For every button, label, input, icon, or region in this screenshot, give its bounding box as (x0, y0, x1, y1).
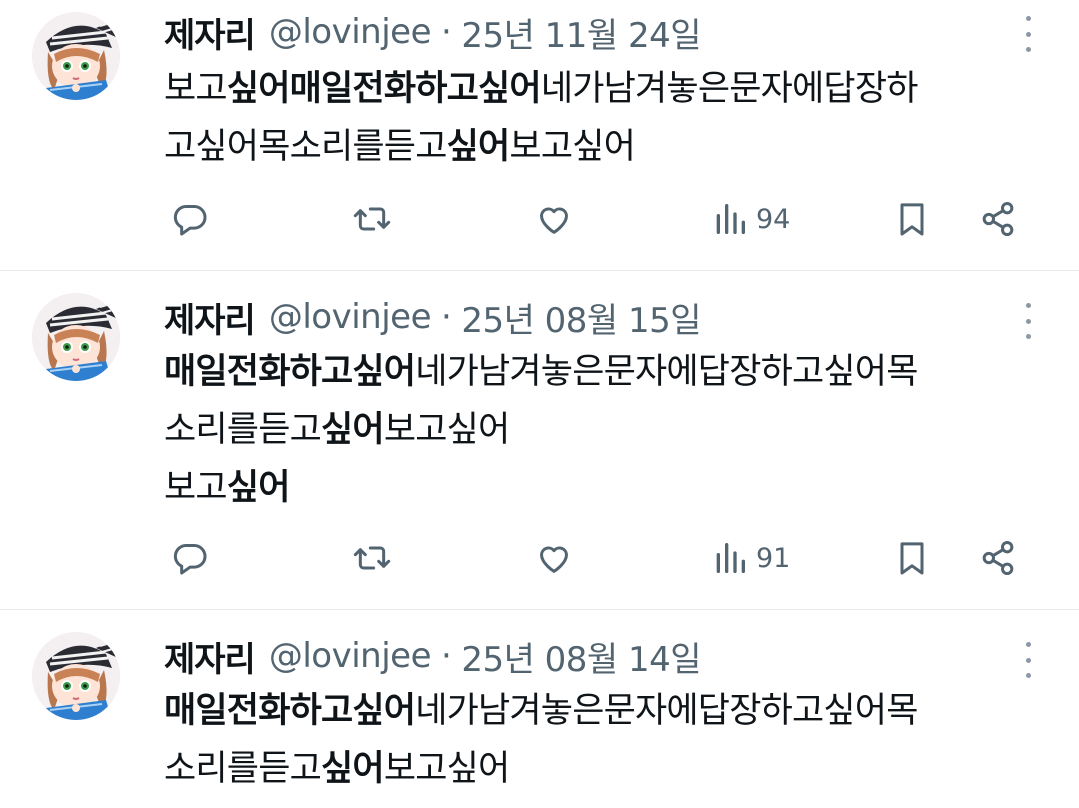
avatar-image (32, 632, 120, 720)
share-icon (982, 541, 1014, 575)
bookmark-button[interactable] (892, 194, 932, 244)
tweet-text-line: 소리를듣고싶어보고싶어 (164, 740, 1044, 798)
views-count: 91 (756, 542, 791, 574)
views-icon (716, 204, 745, 234)
repost-button[interactable] (352, 194, 392, 244)
avatar[interactable] (32, 632, 120, 720)
post-date[interactable]: 25년 08월 14일 (461, 632, 701, 681)
like-button[interactable] (534, 194, 574, 244)
author-name[interactable]: 제자리 (164, 8, 256, 57)
text-run-bold: 매일전화하고싶어 (164, 352, 416, 392)
tweet-header: 제자리 @lovinjee · 25년 08월 14일 (164, 632, 702, 681)
tweet-text-line: 고싶어목소리를듣고싶어보고싶어 (164, 118, 1044, 176)
tweet-text-line: 소리를듣고싶어보고싶어 (164, 401, 1044, 459)
action-bar: 91 (164, 533, 1034, 583)
share-button[interactable] (978, 194, 1018, 244)
reply-button[interactable] (170, 194, 210, 244)
share-icon (982, 202, 1014, 236)
header-separator: · (441, 12, 452, 52)
more-vertical-icon[interactable] (1018, 303, 1038, 339)
text-run: 소리를듣고 (164, 410, 322, 450)
views-icon (716, 543, 745, 573)
tweet-text: 보고싶어매일전화하고싶어네가남겨놓은문자에답장하 고싶어목소리를듣고싶어보고싶어 (164, 60, 1044, 176)
bookmark-button[interactable] (892, 533, 932, 583)
tweet[interactable]: 제자리 @lovinjee · 25년 08월 14일 매일전화하고싶어네가남겨… (0, 610, 1079, 808)
action-bar: 94 (164, 194, 1034, 244)
text-run-bold: 싶어 (321, 749, 385, 789)
tweet-text-line: 보고싶어 (164, 459, 1044, 517)
tweet-text-line: 매일전화하고싶어네가남겨놓은문자에답장하고싶어목 (164, 682, 1044, 740)
like-button[interactable] (534, 533, 574, 583)
tweet-header: 제자리 @lovinjee · 25년 11월 24일 (164, 8, 702, 57)
author-handle[interactable]: @lovinjee (269, 636, 432, 676)
tweet-text-line: 보고싶어매일전화하고싶어네가남겨놓은문자에답장하 (164, 60, 1044, 118)
author-name[interactable]: 제자리 (164, 293, 256, 342)
avatar[interactable] (32, 293, 120, 381)
text-run-bold: 싶어매일전화하고싶어 (226, 69, 542, 109)
heart-icon (540, 546, 568, 573)
tweet-text: 매일전화하고싶어네가남겨놓은문자에답장하고싶어목 소리를듣고싶어보고싶어 보고싶… (164, 343, 1044, 517)
tweet[interactable]: 제자리 @lovinjee · 25년 11월 24일 보고싶어매일전화하고싶어… (0, 0, 1079, 270)
repost-icon (353, 546, 391, 570)
text-run-bold: 매일전화하고싶어 (164, 691, 416, 731)
more-vertical-icon[interactable] (1018, 642, 1038, 678)
views-count: 94 (756, 203, 791, 235)
text-run-bold: 싶어 (321, 410, 385, 450)
tweet-text-line: 매일전화하고싶어네가남겨놓은문자에답장하고싶어목 (164, 343, 1044, 401)
share-button[interactable] (978, 533, 1018, 583)
author-handle[interactable]: @lovinjee (269, 12, 432, 52)
text-run-bold: 싶어 (446, 127, 511, 167)
author-handle[interactable]: @lovinjee (269, 297, 432, 337)
post-date[interactable]: 25년 11월 24일 (461, 8, 701, 57)
tweet-header: 제자리 @lovinjee · 25년 08월 15일 (164, 293, 702, 342)
reply-button[interactable] (170, 533, 210, 583)
views-button[interactable]: 91 (710, 533, 790, 583)
text-run: 보고싶어 (509, 127, 636, 167)
text-run: 고싶어목소리를듣고 (164, 127, 447, 167)
views-button[interactable]: 94 (710, 194, 790, 244)
text-run: 보고 (164, 468, 228, 508)
text-run: 네가남겨놓은문자에답장하고싶어목 (415, 352, 918, 392)
heart-icon (540, 207, 568, 234)
text-run: 소리를듣고 (164, 749, 322, 789)
reply-icon (173, 544, 207, 575)
bookmark-icon (900, 542, 924, 575)
text-run: 보고싶어 (383, 410, 510, 450)
bookmark-icon (900, 203, 924, 236)
tweet-text: 매일전화하고싶어네가남겨놓은문자에답장하고싶어목 소리를듣고싶어보고싶어 (164, 682, 1044, 798)
avatar-image (32, 293, 120, 381)
avatar[interactable] (32, 12, 120, 100)
timeline-feed: 제자리 @lovinjee · 25년 11월 24일 보고싶어매일전화하고싶어… (0, 0, 1079, 808)
avatar-image (32, 12, 120, 100)
text-run: 보고싶어 (383, 749, 510, 789)
tweet[interactable]: 제자리 @lovinjee · 25년 08월 15일 매일전화하고싶어네가남겨… (0, 271, 1079, 609)
header-separator: · (441, 636, 452, 676)
text-run-bold: 싶어 (226, 468, 291, 508)
reply-icon (173, 205, 207, 236)
repost-button[interactable] (352, 533, 392, 583)
header-separator: · (441, 297, 452, 337)
author-name[interactable]: 제자리 (164, 632, 256, 681)
text-run: 네가남겨놓은문자에답장하 (540, 69, 919, 109)
text-run: 보고 (164, 69, 228, 109)
post-date[interactable]: 25년 08월 15일 (461, 293, 701, 342)
text-run: 네가남겨놓은문자에답장하고싶어목 (415, 691, 918, 731)
repost-icon (353, 207, 391, 231)
more-vertical-icon[interactable] (1018, 16, 1038, 52)
